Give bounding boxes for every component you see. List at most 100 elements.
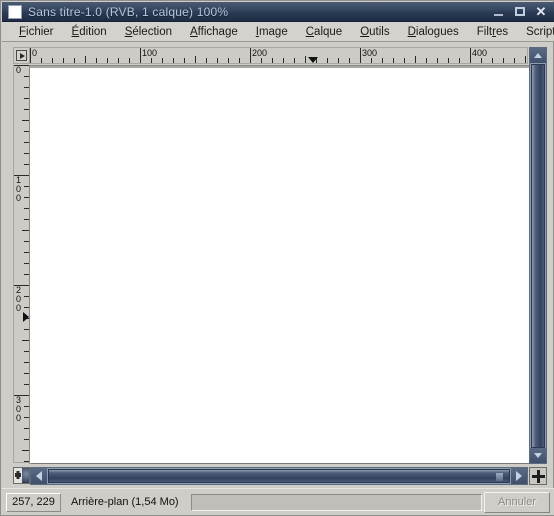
ruler-tick: [239, 58, 240, 63]
navigation-move-icon: [531, 469, 545, 483]
ruler-tick: [195, 56, 196, 63]
ruler-tick: [492, 58, 493, 63]
ruler-tick: [261, 58, 262, 63]
image-canvas[interactable]: [30, 68, 529, 463]
ruler-tick: [415, 56, 416, 63]
ruler-tick: [382, 58, 383, 63]
scroll-left-button[interactable]: [31, 468, 47, 484]
ruler-tick: [349, 58, 350, 63]
ruler-tick: [404, 58, 405, 63]
scroll-up-button[interactable]: [530, 48, 546, 63]
ruler-tick: [426, 58, 427, 63]
ruler-tick: [437, 58, 438, 63]
ruler-tick: [206, 58, 207, 63]
menu-arrow-icon: [16, 50, 27, 61]
arrow-up-icon: [534, 53, 542, 58]
image-thumbnail-icon: [8, 4, 22, 19]
ruler-tick: [118, 58, 119, 63]
window-title: Sans titre-1.0 (RVB, 1 calque) 100%: [28, 4, 229, 19]
canvas-viewport[interactable]: [29, 65, 529, 464]
menu-fichier[interactable]: Fichier: [10, 24, 63, 40]
ruler-tick: [470, 48, 471, 63]
menu-dialogues[interactable]: Dialogues: [399, 24, 468, 40]
arrow-down-icon: [534, 453, 542, 458]
quick-mask-toggle[interactable]: [13, 467, 30, 484]
ruler-tick: [151, 58, 152, 63]
ruler-tick: [459, 58, 460, 63]
ruler-label: 0: [32, 48, 38, 58]
ruler-tick: [525, 56, 526, 63]
horizontal-scrollbar[interactable]: [30, 467, 528, 485]
maximize-icon[interactable]: [514, 6, 526, 18]
ruler-tick: [162, 58, 163, 63]
ruler-tick: [294, 58, 295, 63]
ruler-tick: [30, 48, 31, 63]
ruler-tick: [481, 58, 482, 63]
scroll-right-button[interactable]: [511, 468, 527, 484]
ruler-tick: [63, 58, 64, 63]
cancel-button[interactable]: Annuler: [484, 491, 550, 513]
title-bar[interactable]: Sans titre-1.0 (RVB, 1 calque) 100% ✕: [2, 2, 554, 22]
close-icon[interactable]: ✕: [535, 5, 547, 18]
menu-outils[interactable]: Outils: [351, 24, 398, 40]
menu-image[interactable]: Image: [247, 24, 297, 40]
quick-mask-on-icon: [22, 468, 29, 483]
menu-calque[interactable]: Calque: [297, 24, 351, 40]
cursor-position: 257, 229: [6, 492, 61, 512]
horizontal-scrollbar-thumb[interactable]: [48, 469, 510, 483]
ruler-tick: [228, 58, 229, 63]
ruler-tick: [272, 58, 273, 63]
ruler-label: 300: [16, 395, 22, 423]
ruler-tick: [305, 56, 306, 63]
navigation-preview-button[interactable]: [529, 467, 547, 485]
menu-popup-button[interactable]: [13, 47, 30, 64]
ruler-tick: [96, 58, 97, 63]
ruler-tick: [173, 58, 174, 63]
ruler-tick: [22, 230, 29, 231]
ruler-tick: [393, 58, 394, 63]
window-controls: ✕: [493, 5, 547, 18]
quick-mask-off-icon: [14, 468, 22, 483]
ruler-tick: [327, 58, 328, 63]
ruler-tick: [74, 58, 75, 63]
ruler-tick: [22, 340, 29, 341]
gimp-image-window: Sans titre-1.0 (RVB, 1 calque) 100% ✕ Fi…: [0, 0, 554, 516]
ruler-tick: [448, 58, 449, 63]
ruler-tick: [52, 58, 53, 63]
ruler-tick: [140, 48, 141, 63]
ruler-tick: [22, 450, 29, 451]
ruler-tick: [338, 58, 339, 63]
ruler-tick: [360, 48, 361, 63]
horizontal-ruler[interactable]: 0 100 200 300 400: [30, 47, 528, 64]
ruler-label: 200: [16, 285, 22, 313]
ruler-label: 100: [16, 175, 22, 203]
ruler-label: 200: [252, 48, 268, 58]
menu-affichage[interactable]: Affichage: [181, 24, 247, 40]
horizontal-position-marker: [307, 57, 318, 63]
vertical-ruler[interactable]: 0 100 200 300: [13, 65, 30, 463]
menu-bar: Fichier Édition Sélection Affichage Imag…: [2, 22, 554, 42]
ruler-label: 100: [142, 48, 158, 58]
ruler-tick: [184, 58, 185, 63]
ruler-tick: [217, 58, 218, 63]
ruler-tick: [41, 58, 42, 63]
ruler-tick: [283, 58, 284, 63]
menu-script-fu[interactable]: Script-Fu: [517, 24, 554, 40]
scrollbar-grip-icon: [496, 473, 503, 481]
ruler-tick: [22, 120, 29, 121]
ruler-tick: [85, 56, 86, 63]
progress-bar: [190, 493, 482, 511]
status-bar: 257, 229 Arrière-plan (1,54 Mo) Annuler: [2, 488, 554, 515]
vertical-scrollbar-thumb[interactable]: [531, 64, 545, 448]
menu-edition[interactable]: Édition: [63, 24, 116, 40]
arrow-left-icon: [36, 471, 42, 481]
menu-selection[interactable]: Sélection: [116, 24, 181, 40]
ruler-tick: [129, 58, 130, 63]
arrow-right-icon: [516, 471, 522, 481]
minimize-icon[interactable]: [493, 6, 505, 18]
scroll-down-button[interactable]: [530, 448, 546, 463]
vertical-scrollbar[interactable]: [529, 47, 547, 464]
ruler-tick: [107, 58, 108, 63]
ruler-label: 0: [16, 65, 22, 75]
menu-filtres[interactable]: Filtres: [468, 24, 517, 40]
